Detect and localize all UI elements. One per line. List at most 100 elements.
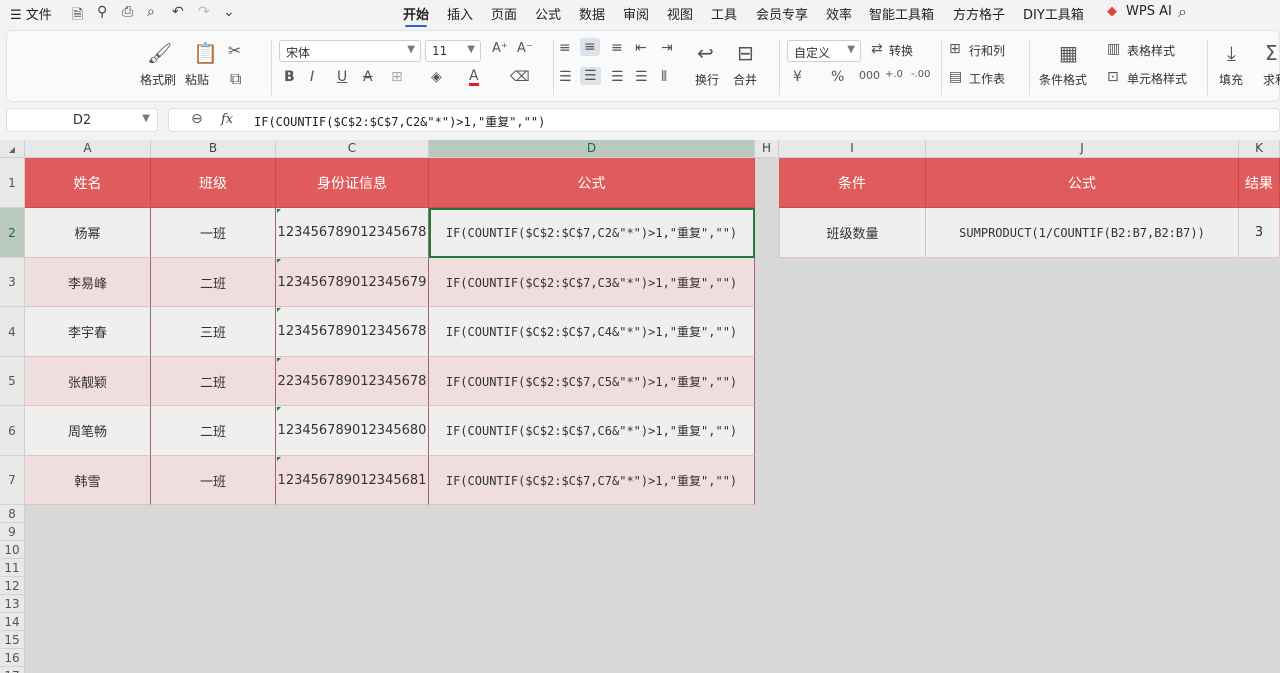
tab-insert[interactable]: 插入 [447, 4, 473, 23]
formula-input[interactable]: ⊖ fx IF(COUNTIF($C$2:$C$7,C2&"*")>1,"重复"… [168, 108, 1280, 132]
row-header[interactable]: 7 [0, 456, 25, 505]
wrap-text-icon[interactable]: ↩ [697, 41, 714, 65]
col-header-j[interactable]: J [926, 140, 1239, 158]
col-header-a[interactable]: A [25, 140, 151, 158]
table-style-icon[interactable]: ▥ [1107, 41, 1120, 57]
align-right-icon[interactable]: ☰ [611, 69, 624, 85]
font-size-select[interactable]: 11 ▼ [425, 40, 481, 62]
header-cell-formula2[interactable]: 公式 [926, 158, 1239, 208]
save-icon[interactable]: 🗎 [72, 4, 83, 28]
worksheet-icon[interactable]: ▤ [949, 69, 962, 85]
distributed-icon[interactable]: ⦀ [661, 69, 667, 85]
table-cell[interactable]: IF(COUNTIF($C$2:$C$7,C5&"*")>1,"重复","") [429, 357, 755, 406]
decrease-font-icon[interactable]: A⁻ [517, 41, 533, 56]
table-style-button[interactable]: 表格样式 [1127, 42, 1175, 59]
col-header-d[interactable]: D [429, 140, 755, 158]
undo-icon[interactable]: ↶ [172, 4, 184, 20]
row-header[interactable]: 2 [0, 208, 25, 258]
tab-review[interactable]: 审阅 [623, 4, 649, 23]
print-preview-icon[interactable]: ⌕ [147, 4, 155, 20]
merge-button[interactable]: 合并 [733, 71, 757, 88]
table-cell[interactable]: 一班 [151, 208, 276, 258]
align-center-icon[interactable]: ☰ [580, 67, 601, 85]
font-name-select[interactable]: 宋体 ▼ [279, 40, 421, 62]
row-header[interactable]: 14 [0, 613, 25, 631]
row-header[interactable]: 13 [0, 595, 25, 613]
align-bottom-icon[interactable]: ≡ [611, 40, 623, 56]
indent-decrease-icon[interactable]: ⇤ [635, 40, 647, 56]
tab-tools[interactable]: 工具 [711, 4, 737, 23]
increase-decimal-icon[interactable]: +.0 [885, 69, 903, 80]
table-cell[interactable]: 二班 [151, 357, 276, 406]
table-cell[interactable]: 223456789012345678 [276, 357, 429, 406]
indent-increase-icon[interactable]: ⇥ [661, 40, 673, 56]
tab-view[interactable]: 视图 [667, 4, 693, 23]
header-cell-name[interactable]: 姓名 [25, 158, 151, 208]
tab-efficiency[interactable]: 效率 [826, 4, 852, 23]
strikethrough-icon[interactable]: A [363, 69, 373, 85]
print-icon[interactable]: ⎙ [122, 4, 133, 20]
tab-diy-toolbox[interactable]: DIY工具箱 [1023, 4, 1084, 23]
table-cell[interactable]: 韩雪 [25, 456, 151, 505]
table-cell[interactable]: 二班 [151, 406, 276, 456]
header-cell-class[interactable]: 班级 [151, 158, 276, 208]
row-header[interactable]: 8 [0, 505, 25, 523]
table-cell[interactable]: SUMPRODUCT(1/COUNTIF(B2:B7,B2:B7)) [926, 208, 1239, 258]
wrap-text-button[interactable]: 换行 [695, 71, 719, 88]
table-cell[interactable]: IF(COUNTIF($C$2:$C$7,C4&"*")>1,"重复","") [429, 307, 755, 357]
share-icon[interactable]: ⚲ [97, 4, 107, 20]
search-icon[interactable]: ⌕ [1178, 2, 1187, 22]
table-cell[interactable]: 二班 [151, 258, 276, 307]
col-header-h[interactable]: H [755, 140, 779, 158]
select-all-corner[interactable]: ◢ [0, 140, 25, 158]
table-cell[interactable]: IF(COUNTIF($C$2:$C$7,C3&"*")>1,"重复","") [429, 258, 755, 307]
currency-icon[interactable]: ¥ [793, 69, 802, 85]
table-cell[interactable]: 一班 [151, 456, 276, 505]
row-header[interactable]: 4 [0, 307, 25, 357]
number-format-select[interactable]: 自定义 ▼ [787, 40, 861, 62]
row-header[interactable]: 1 [0, 158, 25, 208]
col-header-c[interactable]: C [276, 140, 429, 158]
align-top-icon[interactable]: ≡ [559, 40, 571, 56]
tab-fangfang[interactable]: 方方格子 [953, 4, 1005, 23]
file-menu[interactable]: ☰ 文件 [10, 4, 52, 23]
table-cell[interactable]: 123456789012345678 [276, 208, 429, 258]
table-cell[interactable]: 周笔畅 [25, 406, 151, 456]
table-cell[interactable]: 李宇春 [25, 307, 151, 357]
align-left-icon[interactable]: ☰ [559, 69, 572, 85]
rows-cols-button[interactable]: 行和列 [969, 42, 1005, 59]
tab-data[interactable]: 数据 [579, 4, 605, 23]
sum-button[interactable]: 求和 [1263, 71, 1280, 88]
rows-cols-icon[interactable]: ⊞ [949, 41, 961, 57]
row-header[interactable]: 10 [0, 541, 25, 559]
row-header[interactable]: 11 [0, 559, 25, 577]
bold-icon[interactable]: B [284, 69, 295, 85]
table-cell[interactable]: 李易峰 [25, 258, 151, 307]
active-cell[interactable]: IF(COUNTIF($C$2:$C$7,C2&"*")>1,"重复","") [429, 208, 755, 258]
paste-button[interactable]: 粘贴 [185, 71, 209, 88]
row-header[interactable]: 3 [0, 258, 25, 307]
row-header[interactable]: 6 [0, 406, 25, 456]
decrease-decimal-icon[interactable]: -.00 [911, 69, 931, 80]
tab-member[interactable]: 会员专享 [756, 4, 808, 23]
underline-icon[interactable]: U [337, 69, 347, 85]
table-cell[interactable]: IF(COUNTIF($C$2:$C$7,C6&"*")>1,"重复","") [429, 406, 755, 456]
col-header-i[interactable]: I [779, 140, 926, 158]
header-cell-result[interactable]: 结果 [1239, 158, 1280, 208]
thousands-icon[interactable]: 000 [859, 69, 880, 82]
copy-icon[interactable]: ⧉ [230, 69, 241, 89]
header-cell-condition[interactable]: 条件 [779, 158, 926, 208]
convert-icon[interactable]: ⇄ [871, 41, 883, 57]
increase-font-icon[interactable]: A⁺ [492, 41, 508, 56]
italic-icon[interactable]: I [310, 69, 314, 85]
cond-format-button[interactable]: 条件格式 [1039, 71, 1087, 88]
table-cell[interactable]: 123456789012345679 [276, 258, 429, 307]
name-box[interactable]: D2 ▼ [6, 108, 158, 132]
align-middle-icon[interactable]: ≡ [580, 38, 600, 56]
row-header[interactable]: 5 [0, 357, 25, 406]
table-cell[interactable]: 123456789012345680 [276, 406, 429, 456]
cell-style-icon[interactable]: ⊡ [1107, 69, 1119, 85]
table-cell[interactable]: IF(COUNTIF($C$2:$C$7,C7&"*")>1,"重复","") [429, 456, 755, 505]
percent-icon[interactable]: % [831, 69, 844, 85]
convert-button[interactable]: 转换 [889, 42, 913, 59]
